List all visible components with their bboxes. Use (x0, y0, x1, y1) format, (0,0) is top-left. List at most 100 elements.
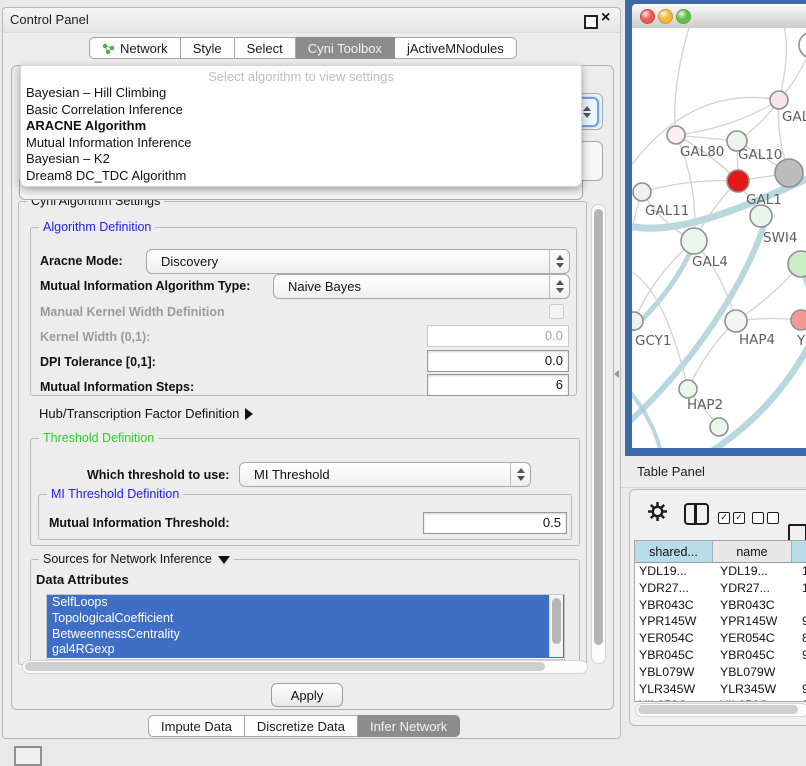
algorithm-option[interactable]: Basic Correlation Inference (21, 102, 581, 119)
tab-impute-data[interactable]: Impute Data (148, 715, 245, 737)
table-cell: YPR145W (716, 613, 798, 630)
data-attributes-list[interactable]: SelfLoopsTopologicalCoefficientBetweenne… (46, 594, 565, 660)
expanded-arrow-icon[interactable] (218, 556, 230, 564)
control-panel-tab-bar: NetworkStyleSelectCyni ToolboxjActiveMNo… (89, 37, 517, 59)
collapsed-arrow-icon[interactable] (245, 408, 253, 420)
table-row[interactable]: YDR27...YDR27...12 (635, 580, 806, 597)
mi-steps-field[interactable]: 6 (427, 374, 569, 396)
network-edge[interactable] (675, 28, 692, 135)
network-node-label: GAL (782, 109, 806, 125)
select-all-columns-icon[interactable]: ✓✓ (718, 507, 748, 525)
close-window-icon[interactable] (640, 9, 655, 24)
table-row[interactable]: YPR145WYPR145W9. (635, 613, 806, 630)
network-edge[interactable] (642, 181, 738, 192)
table-row[interactable]: YER054CYER054C8. (635, 630, 806, 647)
network-node-label: GAL4 (692, 254, 728, 270)
network-node-label: GAL80 (680, 144, 724, 160)
network-node-swi4[interactable] (750, 205, 772, 227)
attributes-list-scrollbar[interactable] (549, 595, 563, 657)
tab-network[interactable]: Network (89, 37, 181, 59)
algorithm-dropdown-popup: Select algorithm to view settings Bayesi… (20, 65, 582, 187)
network-node-hap2[interactable] (679, 380, 697, 398)
table-horizontal-scrollbar[interactable] (635, 703, 806, 717)
algorithm-option[interactable]: Bayesian – Hill Climbing (21, 85, 581, 102)
network-node[interactable] (799, 32, 806, 58)
table-row[interactable]: YBR045CYBR045C9. (635, 647, 806, 664)
combo-spinner-icon (510, 463, 530, 486)
network-node-gcy1[interactable] (632, 312, 643, 330)
settings-horizontal-scrollbar[interactable] (22, 660, 588, 674)
network-node[interactable] (775, 159, 803, 187)
algorithm-option[interactable]: Dream8 DC_TDC Algorithm (21, 168, 581, 185)
network-canvas[interactable]: GALGAL80GAL10GAL1GAL11SWI4GAL4GCY1HAP4YH… (632, 28, 806, 448)
dpi-tolerance-field[interactable]: 0.0 (427, 350, 569, 372)
mi-threshold-field[interactable]: 0.5 (423, 512, 567, 534)
algorithm-option[interactable]: Bayesian – K2 (21, 151, 581, 168)
algorithm-option[interactable]: Mutual Information Inference (21, 135, 581, 152)
minimize-window-icon[interactable] (658, 9, 673, 24)
table-row[interactable]: YDL19...YDL19...13 (635, 563, 806, 580)
tab-infer-network[interactable]: Infer Network (358, 715, 460, 737)
deselect-all-columns-icon[interactable]: ✓✓ (752, 507, 782, 525)
tab-jactivemnodules[interactable]: jActiveMNodules (395, 37, 517, 59)
zoom-window-icon[interactable] (676, 9, 691, 24)
settings-vertical-scrollbar[interactable] (591, 204, 606, 664)
network-node-y[interactable] (791, 310, 806, 330)
aracne-mode-select[interactable]: Discovery (146, 249, 570, 274)
network-node-gal1[interactable] (727, 170, 749, 192)
network-node-gal[interactable] (770, 91, 788, 109)
network-node-hap4[interactable] (725, 310, 747, 332)
float-window-icon[interactable] (584, 15, 598, 29)
tab-cyni-toolbox[interactable]: Cyni Toolbox (296, 37, 395, 59)
tab-discretize-data[interactable]: Discretize Data (245, 715, 358, 737)
column-header-name[interactable]: name (713, 541, 792, 562)
network-node-label: HAP4 (739, 332, 775, 348)
network-edge[interactable] (632, 192, 642, 321)
split-divider-handle[interactable] (614, 370, 619, 378)
aracne-mode-value: Discovery (147, 254, 218, 269)
tab-label: Discretize Data (257, 719, 345, 734)
table-cell: YBR045C (716, 647, 798, 664)
network-node-gal80[interactable] (667, 126, 685, 144)
hub-transcription-factor-section[interactable]: Hub/Transcription Factor Definition (39, 406, 253, 421)
manual-kernel-width-checkbox[interactable] (549, 304, 564, 319)
table-panel-title: Table Panel (637, 464, 705, 479)
column-header-shared[interactable]: shared... (635, 541, 713, 562)
algorithm-option[interactable]: ARACNE Algorithm (21, 118, 581, 135)
split-table-panel-icon[interactable] (684, 503, 709, 525)
network-node[interactable] (788, 251, 806, 277)
network-node-gal4[interactable] (681, 228, 707, 254)
close-panel-icon[interactable]: × (601, 9, 610, 27)
network-edge[interactable] (779, 28, 786, 100)
node-attribute-table[interactable]: shared...nameA YDL19...YDL19...13YDR27..… (634, 540, 806, 702)
network-window-frame: GALGAL80GAL10GAL1GAL11SWI4GAL4GCY1HAP4YH… (632, 4, 806, 448)
data-attribute-item[interactable]: SelfLoops (47, 595, 564, 611)
kernel-width-label: Kernel Width (0,1): (40, 330, 150, 344)
table-row[interactable]: YBR043CYBR043C (635, 597, 806, 614)
table-cell: YLR345W (716, 681, 798, 698)
tab-select[interactable]: Select (235, 37, 296, 59)
data-attribute-item[interactable]: TopologicalCoefficient (47, 611, 564, 627)
table-row[interactable]: YBL079WYBL079W (635, 664, 806, 681)
which-threshold-select[interactable]: MI Threshold (239, 462, 531, 487)
network-edge[interactable] (676, 100, 779, 135)
column-header-a[interactable]: A (792, 541, 806, 562)
data-attribute-item[interactable]: gal4RGexp (47, 642, 564, 658)
table-settings-gear-icon[interactable] (648, 502, 667, 525)
manual-kernel-width-label: Manual Kernel Width Definition (40, 305, 225, 319)
kernel-width-field[interactable]: 0.0 (427, 325, 569, 347)
table-row[interactable]: YIL052CYIL052C9 (635, 697, 806, 702)
sources-title[interactable]: Sources for Network Inference (39, 552, 234, 566)
network-node-gal11[interactable] (633, 183, 651, 201)
data-attribute-item[interactable]: BetweennessCentrality (47, 627, 564, 643)
network-node-label: Y (796, 333, 806, 349)
tab-style[interactable]: Style (181, 37, 235, 59)
network-edge[interactable] (688, 321, 736, 389)
network-node[interactable] (710, 418, 728, 436)
table-cell: YDL19... (635, 563, 716, 580)
table-row[interactable]: YLR345WYLR345W9. (635, 681, 806, 698)
apply-button[interactable]: Apply (271, 683, 343, 707)
mi-algorithm-type-select[interactable]: Naive Bayes (273, 274, 570, 299)
mi-threshold-definition-title: MI Threshold Definition (47, 487, 183, 501)
minimized-panel-icon[interactable] (14, 746, 42, 766)
